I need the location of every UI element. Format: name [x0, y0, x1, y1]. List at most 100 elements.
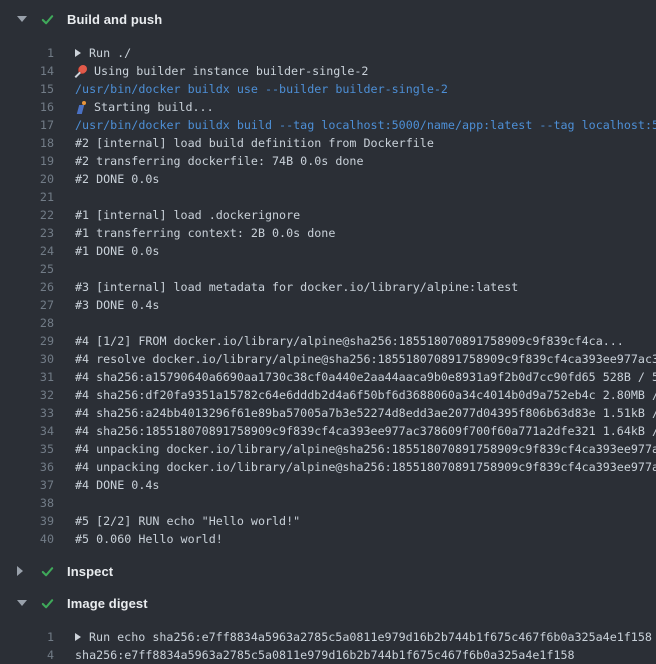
log-line[interactable]: 1 Run echo sha256:e7ff8834a5963a2785c5a0…: [0, 628, 656, 646]
section-title: Image digest: [67, 596, 148, 611]
line-number-link[interactable]: 31: [0, 368, 54, 386]
chevron-icon[interactable]: [17, 600, 27, 606]
line-text: #3 [internal] load metadata for docker.i…: [75, 278, 518, 296]
line-text: #4 sha256:df20fa9351a15782c64e6dddb2d4a6…: [75, 386, 656, 404]
log-line: 20 #2 DONE 0.0s: [0, 170, 656, 188]
log-line: 40 #5 0.060 Hello world!: [0, 530, 656, 548]
line-text: #4 sha256:a15790640a6690aa1730c38cf0a440…: [75, 368, 656, 386]
line-text: #4 resolve docker.io/library/alpine@sha2…: [75, 350, 656, 368]
section-header[interactable]: Inspect: [0, 562, 656, 580]
line-text: #1 [internal] load .dockerignore: [75, 206, 300, 224]
check-success-icon: [40, 12, 55, 27]
chevron-icon[interactable]: [17, 566, 23, 576]
log-line: 39 #5 [2/2] RUN echo "Hello world!": [0, 512, 656, 530]
section-title: Inspect: [67, 564, 113, 579]
line-number-link[interactable]: 32: [0, 386, 54, 404]
log-line: 17 /usr/bin/docker buildx build --tag lo…: [0, 116, 656, 134]
check-success-icon: [40, 596, 55, 611]
line-text: #1 DONE 0.0s: [75, 242, 159, 260]
line-number-link[interactable]: 29: [0, 332, 54, 350]
line-number-link[interactable]: 14: [0, 62, 54, 80]
line-text: Run echo sha256:e7ff8834a5963a2785c5a081…: [89, 628, 652, 646]
line-number-link[interactable]: 23: [0, 224, 54, 242]
log-lines: 1 Run echo sha256:e7ff8834a5963a2785c5a0…: [0, 628, 656, 664]
line-number-link[interactable]: 16: [0, 98, 54, 116]
line-text: #4 unpacking docker.io/library/alpine@sh…: [75, 458, 656, 476]
line-number-link[interactable]: 21: [0, 188, 54, 206]
log-line: 37 #4 DONE 0.4s: [0, 476, 656, 494]
line-text: #4 [1/2] FROM docker.io/library/alpine@s…: [75, 332, 624, 350]
log-line: 14 Using builder instance builder-single…: [0, 62, 656, 80]
log-line: 21: [0, 188, 656, 206]
log-line: 32 #4 sha256:df20fa9351a15782c64e6dddb2d…: [0, 386, 656, 404]
line-number-link[interactable]: 1: [0, 628, 54, 646]
log-line: 33 #4 sha256:a24bb4013296f61e89ba57005a7…: [0, 404, 656, 422]
line-number-link[interactable]: 28: [0, 314, 54, 332]
line-text: /usr/bin/docker buildx use --builder bui…: [75, 80, 448, 98]
line-number-link[interactable]: 38: [0, 494, 54, 512]
line-number-link[interactable]: 37: [0, 476, 54, 494]
log-line: 25: [0, 260, 656, 278]
log-line: 30 #4 resolve docker.io/library/alpine@s…: [0, 350, 656, 368]
workflow-log-viewer: Build and push 1 Run ./ 14 Using builder…: [0, 0, 656, 664]
line-number-link[interactable]: 35: [0, 440, 54, 458]
line-number-link[interactable]: 34: [0, 422, 54, 440]
line-text: Run ./: [89, 44, 131, 62]
log-line: 23 #1 transferring context: 2B 0.0s done: [0, 224, 656, 242]
log-line: 38: [0, 494, 656, 512]
log-section-build-and-push: Build and push 1 Run ./ 14 Using builder…: [0, 10, 656, 548]
log-line: 16 Starting build...: [0, 98, 656, 116]
log-line: 36 #4 unpacking docker.io/library/alpine…: [0, 458, 656, 476]
log-line: 31 #4 sha256:a15790640a6690aa1730c38cf0a…: [0, 368, 656, 386]
log-section-inspect: Inspect: [0, 562, 656, 580]
line-number-link[interactable]: 39: [0, 512, 54, 530]
line-text: #2 [internal] load build definition from…: [75, 134, 434, 152]
line-number-link[interactable]: 30: [0, 350, 54, 368]
log-line: 29 #4 [1/2] FROM docker.io/library/alpin…: [0, 332, 656, 350]
line-number-link[interactable]: 26: [0, 278, 54, 296]
line-text: #3 DONE 0.4s: [75, 296, 159, 314]
log-lines: 1 Run ./ 14 Using builder instance build…: [0, 44, 656, 548]
line-text: #4 unpacking docker.io/library/alpine@sh…: [75, 440, 656, 458]
line-number-link[interactable]: 20: [0, 170, 54, 188]
check-success-icon: [40, 564, 55, 579]
line-number-link[interactable]: 17: [0, 116, 54, 134]
section-header[interactable]: Build and push: [0, 10, 656, 28]
section-header[interactable]: Image digest: [0, 594, 656, 612]
log-line: 27 #3 DONE 0.4s: [0, 296, 656, 314]
sections-root: Build and push 1 Run ./ 14 Using builder…: [0, 10, 656, 664]
line-number-link[interactable]: 1: [0, 44, 54, 62]
line-number-link[interactable]: 27: [0, 296, 54, 314]
line-number-link[interactable]: 33: [0, 404, 54, 422]
line-number-link[interactable]: 15: [0, 80, 54, 98]
line-text: Starting build...: [94, 98, 214, 116]
line-number-link[interactable]: 36: [0, 458, 54, 476]
log-line: 28: [0, 314, 656, 332]
runner-icon: [75, 101, 88, 114]
line-number-link[interactable]: 18: [0, 134, 54, 152]
pushpin-icon: [75, 65, 88, 78]
line-number-link[interactable]: 19: [0, 152, 54, 170]
line-number-link[interactable]: 40: [0, 530, 54, 548]
log-line: 22 #1 [internal] load .dockerignore: [0, 206, 656, 224]
log-line: 4 sha256:e7ff8834a5963a2785c5a0811e979d1…: [0, 646, 656, 664]
line-text: #5 [2/2] RUN echo "Hello world!": [75, 512, 300, 530]
line-number-link[interactable]: 24: [0, 242, 54, 260]
log-line: 24 #1 DONE 0.0s: [0, 242, 656, 260]
section-title: Build and push: [67, 12, 162, 27]
line-number-link[interactable]: 25: [0, 260, 54, 278]
chevron-icon[interactable]: [17, 16, 27, 22]
line-text: sha256:e7ff8834a5963a2785c5a0811e979d16b…: [75, 646, 575, 664]
log-section-image-digest: Image digest 1 Run echo sha256:e7ff8834a…: [0, 594, 656, 664]
line-text: #4 sha256:a24bb4013296f61e89ba57005a7b3e…: [75, 404, 656, 422]
group-expander-icon[interactable]: [75, 633, 81, 641]
line-text: #5 0.060 Hello world!: [75, 530, 223, 548]
group-expander-icon[interactable]: [75, 49, 81, 57]
log-line[interactable]: 1 Run ./: [0, 44, 656, 62]
line-text: #4 DONE 0.4s: [75, 476, 159, 494]
line-number-link[interactable]: 22: [0, 206, 54, 224]
log-line: 26 #3 [internal] load metadata for docke…: [0, 278, 656, 296]
log-line: 35 #4 unpacking docker.io/library/alpine…: [0, 440, 656, 458]
line-text: #4 sha256:185518070891758909c9f839cf4ca3…: [75, 422, 656, 440]
line-number-link[interactable]: 4: [0, 646, 54, 664]
